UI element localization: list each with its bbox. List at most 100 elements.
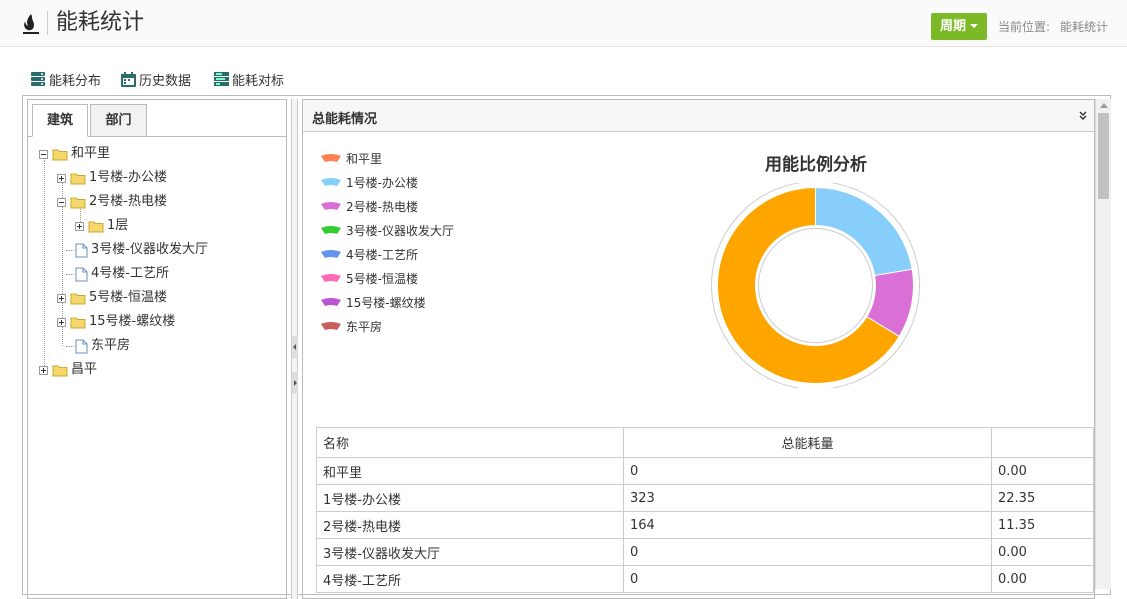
expand-right-arrow-icon[interactable] [292,372,298,394]
expand-icon[interactable] [57,173,66,183]
tree-node-label: 15号楼-螺纹楼 [89,314,176,329]
toolbar-energy-distribution[interactable]: 能耗分布 [30,69,101,89]
tree-node-label: 1号楼-办公楼 [89,170,167,185]
legend-item[interactable]: 5号楼-恒温楼 [320,270,418,286]
folder-icon [52,365,68,376]
tree-node-label: 5号楼-恒温楼 [89,290,167,305]
table-cell: 0 [623,565,992,593]
panel-header: 总能耗情况 [303,100,1094,132]
breadcrumb-label: 当前位置: [998,20,1051,34]
table-cell: 22.35 [991,484,1094,512]
table-cell: 0 [623,538,992,566]
tree-node-dongpingfang[interactable]: 东平房 [75,336,130,356]
calendar-icon [121,71,136,87]
scroll-thumb[interactable] [1098,113,1109,199]
breadcrumb-current[interactable]: 能耗统计 [1060,20,1108,34]
toolbar-history-data[interactable]: 历史数据 [120,69,191,89]
table-cell: 0.00 [991,565,1094,593]
tree-node-building-5[interactable]: 5号楼-恒温楼 [57,288,167,308]
expand-icon[interactable] [39,365,48,375]
legend-swatch-icon [321,178,341,186]
table-row: 3号楼-仪器收发大厅 0 0.00 [316,538,1094,566]
tree-node-building-1[interactable]: 1号楼-办公楼 [57,168,167,188]
table-cell: 164 [623,511,992,539]
tab-department[interactable]: 部门 [90,104,147,137]
table-row: 1号楼-办公楼 323 22.35 [316,484,1094,512]
legend-label: 1号楼-办公楼 [346,175,418,190]
legend-item[interactable]: 东平房 [320,318,382,334]
tree-node-floor-1[interactable]: 1层 [75,216,128,236]
tree-node-hepingli[interactable]: 和平里 [39,144,110,164]
legend-label: 东平房 [346,319,383,334]
tree-node-label: 昌平 [71,362,98,377]
vertical-scrollbar[interactable] [1095,99,1111,589]
table-cell: 和平里 [316,457,624,485]
column-header-ratio [991,427,1094,458]
tree-node-building-4[interactable]: 4号楼-工艺所 [75,264,169,284]
legend-swatch-icon [321,274,341,282]
collapse-icon[interactable] [57,197,66,207]
caret-down-icon [970,24,978,28]
folder-icon [70,293,86,304]
panel-title: 总能耗情况 [312,112,378,127]
tree-node-building-3[interactable]: 3号楼-仪器收发大厅 [75,240,208,260]
scroll-up-arrow-icon[interactable] [1100,103,1108,108]
tree-node-label: 4号楼-工艺所 [91,266,169,281]
table-cell: 0 [623,457,992,485]
legend-swatch-icon [321,226,341,234]
table-cell: 3号楼-仪器收发大厅 [316,538,624,566]
table-cell: 0.00 [991,457,1094,485]
legend-label: 15号楼-螺纹楼 [346,295,426,310]
period-dropdown-button[interactable]: 周期 [931,13,987,40]
tab-building[interactable]: 建筑 [32,104,88,137]
toolbar-label: 能耗对标 [232,73,285,89]
expand-icon[interactable] [75,221,84,231]
tree-connector [66,346,74,347]
chart-title: 用能比例分析 [765,155,867,175]
flame-logo-icon [23,14,39,34]
legend-label: 3号楼-仪器收发大厅 [346,223,454,238]
expand-icon[interactable] [57,317,66,327]
table-row: 2号楼-热电楼 164 11.35 [316,511,1094,539]
tree-node-label: 1层 [107,218,129,233]
double-chevron-down-icon[interactable] [1078,110,1088,122]
legend-item[interactable]: 3号楼-仪器收发大厅 [320,222,454,238]
legend-label: 4号楼-工艺所 [346,247,418,262]
table-cell: 323 [623,484,992,512]
donut-inner-ring [758,228,873,343]
legend-swatch-icon [321,322,341,330]
collapse-icon[interactable] [39,149,48,159]
file-icon [75,243,88,257]
toolbar-label: 能耗分布 [49,73,102,89]
column-header-name: 名称 [316,427,624,458]
legend-label: 5号楼-恒温楼 [346,271,418,286]
folder-icon [70,317,86,328]
collapse-left-arrow-icon[interactable] [292,336,298,358]
tree-node-changping[interactable]: 昌平 [39,360,97,380]
benchmark-icon [214,71,229,86]
expand-icon[interactable] [57,293,66,303]
table-header-row: 名称 总能耗量 [316,427,1094,458]
legend-swatch-icon [321,298,341,306]
table-cell: 11.35 [991,511,1094,539]
toolbar-label: 历史数据 [139,73,192,89]
legend-item[interactable]: 15号楼-螺纹楼 [320,294,426,310]
legend-item[interactable]: 2号楼-热电楼 [320,198,418,214]
table-cell: 2号楼-热电楼 [316,511,624,539]
file-icon [75,267,88,281]
legend-item[interactable]: 1号楼-办公楼 [320,174,418,190]
legend-item[interactable]: 和平里 [320,150,382,166]
table-row: 4号楼-工艺所 0 0.00 [316,565,1094,593]
logo-divider [47,11,48,35]
toolbar-energy-benchmark[interactable]: 能耗对标 [213,69,284,89]
column-header-total: 总能耗量 [623,427,992,458]
page-title: 能耗统计 [56,10,145,35]
tree-node-building-15[interactable]: 15号楼-螺纹楼 [57,312,175,332]
tree-node-label: 和平里 [71,146,111,161]
tree-node-label: 2号楼-热电楼 [89,194,167,209]
folder-icon [88,221,104,232]
tree-connector [66,274,74,275]
table-cell: 1号楼-办公楼 [316,484,624,512]
tree-node-building-2[interactable]: 2号楼-热电楼 [57,192,167,212]
legend-item[interactable]: 4号楼-工艺所 [320,246,418,262]
